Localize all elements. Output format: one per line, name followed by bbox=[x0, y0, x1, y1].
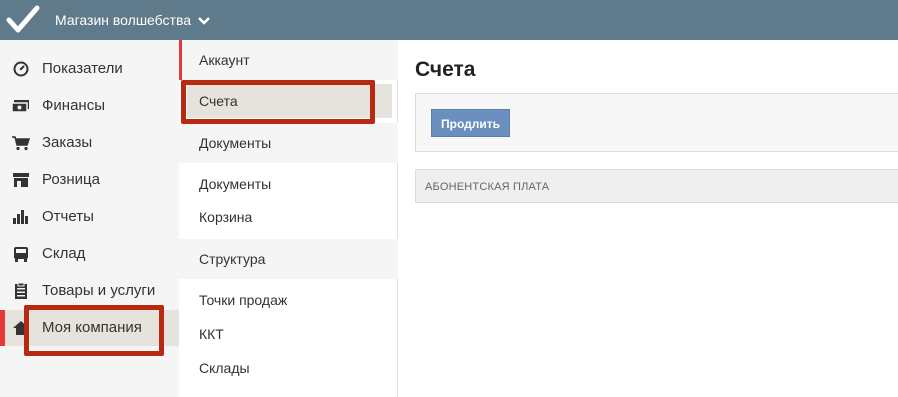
sidebar-item-label: Товары и услуги bbox=[42, 282, 156, 299]
sidebar-item-reports[interactable]: Отчеты bbox=[0, 199, 179, 235]
sidebar-item-label: Отчеты bbox=[42, 208, 94, 225]
sidebar-item-my-company[interactable]: Моя компания bbox=[0, 310, 179, 346]
dashboard-icon bbox=[13, 61, 29, 77]
main-content: Счета Продлить АБОНЕНТСКАЯ ПЛАТА bbox=[399, 40, 898, 397]
submenu-item-invoices[interactable]: Счета bbox=[187, 84, 392, 118]
sidebar-item-label: Розница bbox=[42, 171, 100, 188]
sidebar-item-dashboard[interactable]: Показатели bbox=[0, 51, 179, 87]
clipboard-icon bbox=[15, 283, 27, 299]
submenu-accent-bar bbox=[179, 40, 182, 80]
warehouse-icon bbox=[14, 247, 28, 262]
sidebar-item-warehouse[interactable]: Склад bbox=[0, 236, 179, 272]
sidebar-item-products[interactable]: Товары и услуги bbox=[0, 273, 179, 309]
submenu-item-documents[interactable]: Документы bbox=[179, 167, 398, 201]
submenu-group-account: Аккаунт bbox=[179, 40, 398, 80]
cart-icon bbox=[12, 136, 30, 151]
store-icon bbox=[13, 173, 29, 187]
home-icon bbox=[13, 321, 29, 335]
sidebar-item-label: Моя компания bbox=[42, 319, 142, 336]
store-switcher[interactable]: Магазин волшебства bbox=[55, 0, 210, 40]
sidebar-item-label: Заказы bbox=[42, 134, 93, 151]
submenu: Аккаунт Счета Документы Документы Корзин… bbox=[179, 40, 398, 397]
submenu-item-kkt[interactable]: ККТ bbox=[179, 317, 398, 351]
chevron-down-icon bbox=[198, 17, 210, 25]
toolbar: Продлить bbox=[415, 93, 898, 152]
submenu-item-warehouses[interactable]: Склады bbox=[179, 351, 398, 385]
sidebar-item-finance[interactable]: Финансы bbox=[0, 88, 179, 124]
sidebar-item-label: Склад bbox=[42, 245, 86, 262]
sidebar-item-orders[interactable]: Заказы bbox=[0, 125, 179, 161]
submenu-group-structure: Структура bbox=[179, 239, 398, 279]
sidebar-item-retail[interactable]: Розница bbox=[0, 162, 179, 198]
submenu-item-points-of-sale[interactable]: Точки продаж bbox=[179, 283, 398, 317]
page-title: Счета bbox=[415, 58, 476, 81]
money-icon bbox=[12, 100, 29, 113]
renew-button[interactable]: Продлить bbox=[431, 109, 510, 137]
sidebar-item-label: Финансы bbox=[42, 97, 105, 114]
checkmark-logo-icon[interactable] bbox=[6, 4, 40, 36]
submenu-item-trash[interactable]: Корзина bbox=[179, 200, 398, 234]
store-name: Магазин волшебства bbox=[55, 12, 192, 28]
subscription-fee-section[interactable]: АБОНЕНТСКАЯ ПЛАТА bbox=[415, 169, 898, 203]
submenu-group-documents: Документы bbox=[179, 123, 398, 163]
bar-chart-icon bbox=[13, 210, 28, 224]
sidebar-item-label: Показатели bbox=[42, 60, 123, 77]
sidebar: Показатели Финансы Заказы Розница Отчеты… bbox=[0, 40, 179, 397]
top-bar: Магазин волшебства bbox=[0, 0, 898, 40]
